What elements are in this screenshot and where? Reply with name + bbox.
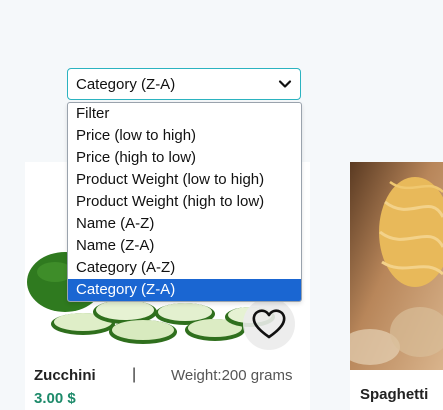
spaghetti-image (350, 162, 443, 370)
sort-option-weight-low-high[interactable]: Product Weight (low to high) (68, 169, 301, 191)
product-name: Spaghetti (360, 386, 429, 403)
sort-option-price-low-high[interactable]: Price (low to high) (68, 125, 301, 147)
sort-option-price-high-low[interactable]: Price (high to low) (68, 147, 301, 169)
favorite-button[interactable] (243, 298, 295, 350)
sort-dropdown-list[interactable]: Filter Price (low to high) Price (high t… (67, 102, 302, 302)
sort-option-category-a-z[interactable]: Category (A-Z) (68, 257, 301, 279)
sort-option-filter[interactable]: Filter (68, 103, 301, 125)
sort-option-name-z-a[interactable]: Name (Z-A) (68, 235, 301, 257)
product-separator: | (132, 366, 137, 383)
product-name: Zucchini (34, 367, 96, 384)
sort-option-weight-high-low[interactable]: Product Weight (high to low) (68, 191, 301, 213)
sort-option-name-a-z[interactable]: Name (A-Z) (68, 213, 301, 235)
product-card-spaghetti[interactable]: Spaghetti (350, 162, 443, 410)
sort-select-value: Category (Z-A) (76, 75, 176, 93)
sort-option-category-z-a[interactable]: Category (Z-A) (68, 279, 301, 301)
heart-icon (252, 309, 286, 339)
product-weight: Weight:200 grams (171, 367, 293, 384)
sort-select[interactable]: Category (Z-A) (67, 68, 301, 100)
product-price: 3.00 $ (34, 390, 76, 407)
chevron-down-icon (278, 80, 292, 88)
